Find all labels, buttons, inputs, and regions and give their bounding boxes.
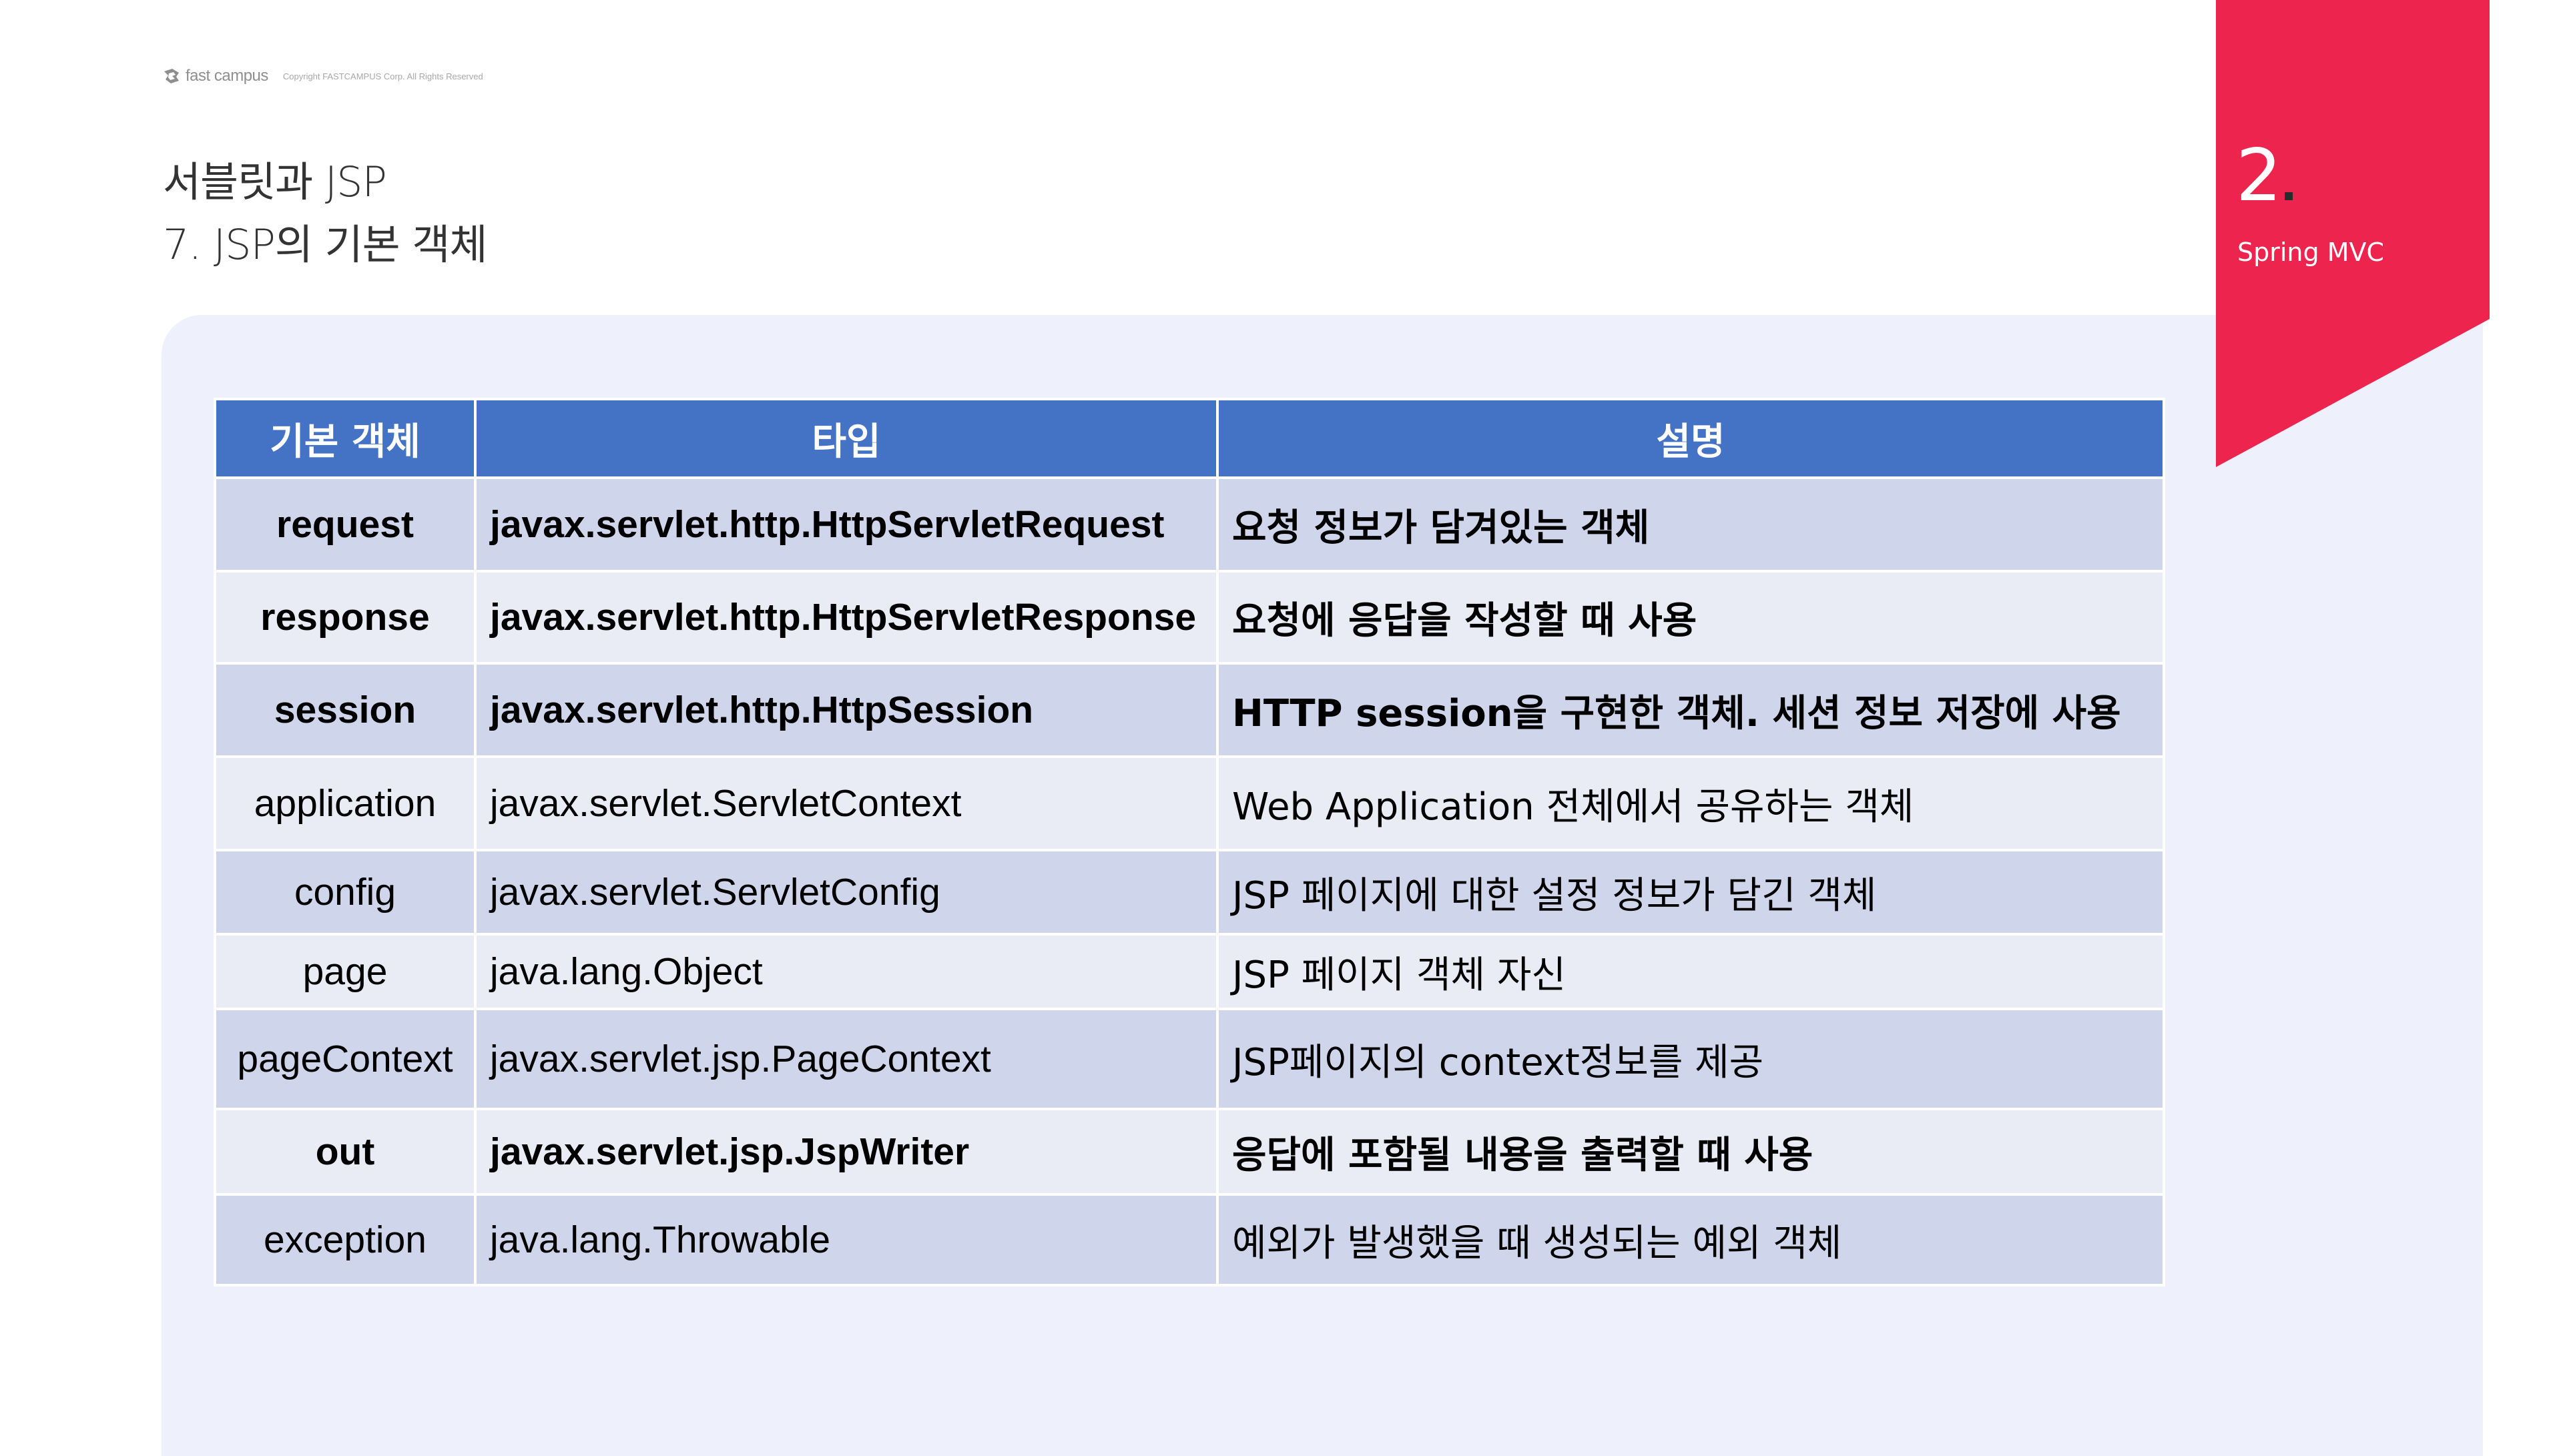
section-label: Spring MVC <box>2237 238 2385 267</box>
cell-object: config <box>214 849 477 936</box>
cell-description: HTTP session을 구현한 객체. 세션 정보 저장에 사용 <box>1216 662 2165 758</box>
cell-type: javax.servlet.http.HttpServletRequest <box>474 476 1219 573</box>
table-row: response javax.servlet.http.HttpServletR… <box>214 570 2165 665</box>
table-row: request javax.servlet.http.HttpServletRe… <box>214 476 2165 573</box>
table-row: page java.lang.Object JSP 페이지 객체 자신 <box>214 933 2165 1010</box>
table-header-row: 기본 객체 타입 설명 <box>214 398 2165 479</box>
cell-description: 응답에 포함될 내용을 출력할 때 사용 <box>1216 1108 2165 1196</box>
brand-header: fast campus Copyright FASTCAMPUS Corp. A… <box>163 67 483 85</box>
cell-type: java.lang.Object <box>474 933 1219 1010</box>
jsp-objects-table: 기본 객체 타입 설명 request javax.servlet.http.H… <box>214 398 2165 1287</box>
table-row: out javax.servlet.jsp.JspWriter 응답에 포함될 … <box>214 1108 2165 1196</box>
cell-object: response <box>214 570 477 665</box>
cell-object: application <box>214 755 477 851</box>
cell-type: javax.servlet.jsp.PageContext <box>474 1008 1219 1110</box>
cell-type: javax.servlet.http.HttpServletResponse <box>474 570 1219 665</box>
table-row: config javax.servlet.ServletConfig JSP 페… <box>214 849 2165 936</box>
brand-logo-text: fast campus <box>186 67 268 85</box>
cell-type: java.lang.Throwable <box>474 1193 1219 1287</box>
table-row: exception java.lang.Throwable 예외가 발생했을 때… <box>214 1193 2165 1287</box>
cell-description: Web Application 전체에서 공유하는 객체 <box>1216 755 2165 851</box>
table-row: pageContext javax.servlet.jsp.PageContex… <box>214 1008 2165 1110</box>
cell-object: pageContext <box>214 1008 477 1110</box>
copyright-text: Copyright FASTCAMPUS Corp. All Rights Re… <box>282 71 483 81</box>
table-row: session javax.servlet.http.HttpSession H… <box>214 662 2165 758</box>
cell-description: 예외가 발생했을 때 생성되는 예외 객체 <box>1216 1193 2165 1287</box>
header-description: 설명 <box>1216 398 2165 479</box>
cell-type: javax.servlet.ServletConfig <box>474 849 1219 936</box>
section-number-value: 2 <box>2236 134 2282 218</box>
cell-description: 요청 정보가 담겨있는 객체 <box>1216 476 2165 573</box>
fastcampus-logo-icon <box>164 69 179 83</box>
cell-description: JSP페이지의 context정보를 제공 <box>1216 1008 2165 1110</box>
cell-object: page <box>214 933 477 1010</box>
cell-description: 요청에 응답을 작성할 때 사용 <box>1216 570 2165 665</box>
cell-type: javax.servlet.http.HttpSession <box>474 662 1219 758</box>
table-row: application javax.servlet.ServletContext… <box>214 755 2165 851</box>
page-subtitle: 7. JSP의 기본 객체 <box>163 220 488 269</box>
cell-description: JSP 페이지 객체 자신 <box>1216 933 2165 1010</box>
page-title: 서블릿과 JSP <box>163 157 387 206</box>
cell-object: exception <box>214 1193 477 1287</box>
section-dot <box>2284 192 2293 200</box>
cell-type: javax.servlet.ServletContext <box>474 755 1219 851</box>
header-object: 기본 객체 <box>214 398 477 479</box>
section-number: 2 <box>2236 140 2293 212</box>
cell-type: javax.servlet.jsp.JspWriter <box>474 1108 1219 1196</box>
section-ribbon <box>2216 0 2490 467</box>
cell-object: request <box>214 476 477 573</box>
cell-description: JSP 페이지에 대한 설정 정보가 담긴 객체 <box>1216 849 2165 936</box>
header-type: 타입 <box>474 398 1219 479</box>
cell-object: session <box>214 662 477 758</box>
cell-object: out <box>214 1108 477 1196</box>
